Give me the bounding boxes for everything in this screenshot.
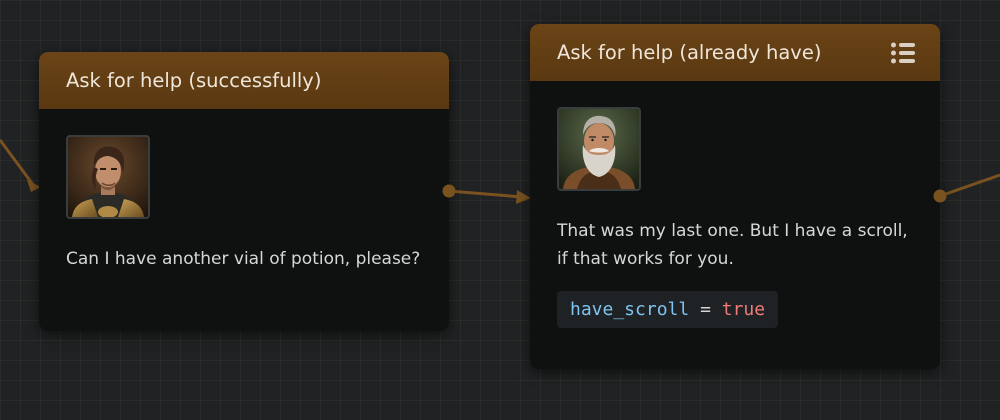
node-title: Ask for help (successfully) [66,69,322,92]
outgoing-connection-line [939,173,1000,198]
list-menu-icon[interactable] [890,41,916,65]
node-title: Ask for help (already have) [557,41,822,64]
node-header[interactable]: Ask for help (successfully) [39,52,449,109]
variable-value: true [721,299,766,320]
node-body: That was my last one. But I have a scrol… [530,81,940,328]
assignment-operator: = [700,299,711,320]
node-header[interactable]: Ask for help (already have) [530,24,940,81]
dialogue-text: Can I have another vial of potion, pleas… [66,249,421,269]
dialogue-text: That was my last one. But I have a scrol… [557,221,908,269]
dialogue-node-ask-already-have[interactable]: Ask for help (already have) That was my … [530,24,940,369]
old-bearded-man-portrait [557,107,641,191]
variable-assignment: have_scroll = true [557,291,779,328]
young-knight-portrait [66,135,150,219]
node-body: Can I have another vial of potion, pleas… [39,109,449,273]
variable-name: have_scroll [570,299,690,320]
connection-arrow [516,190,531,204]
dialogue-node-ask-successfully[interactable]: Ask for help (successfully) Can I have a… [39,52,449,331]
connection-line [448,189,523,199]
incoming-connection-line [0,139,36,187]
